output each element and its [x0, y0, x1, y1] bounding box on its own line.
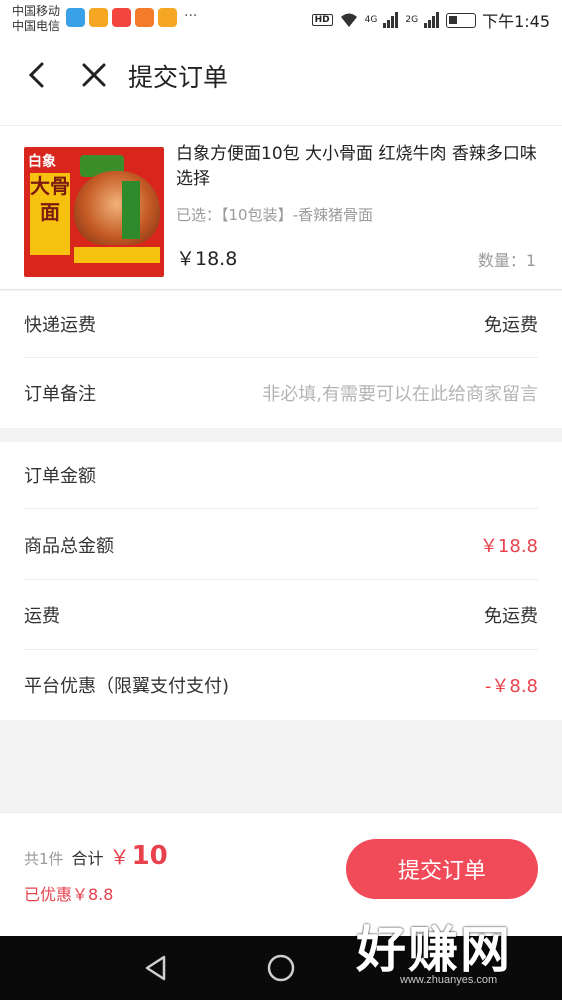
wifi-icon [340, 13, 357, 27]
app-notification-icon [89, 8, 108, 27]
system-nav-bar: 好赚网 www.zhuanyes.com [0, 921, 562, 1000]
carrier-2: 中国电信 [12, 19, 61, 33]
nav-bar: 提交订单 [0, 40, 562, 110]
discount-label: 平台优惠（限翼支付支付) [24, 675, 230, 697]
package-title: 大骨面 [30, 173, 70, 255]
notification-icons [66, 8, 177, 27]
goods-total-label: 商品总金额 [24, 535, 114, 557]
freight-label: 运费 [24, 606, 60, 627]
currency-symbol: ￥ [109, 845, 130, 869]
total-line: 共1件 合计 ￥ 10 [24, 841, 168, 871]
system-home-icon[interactable] [265, 952, 297, 984]
package-banner [74, 247, 160, 263]
goods-total-row: 商品总金额 ￥18.8 [24, 510, 538, 580]
remark-label: 订单备注 [24, 383, 96, 405]
product-quantity: 数量：1 [477, 251, 536, 270]
status-indicators: HD 4G 2G 下午1:45 [311, 8, 550, 32]
battery-icon [446, 12, 477, 28]
network-2g-label: 2G [405, 15, 419, 25]
watermark: 好赚网 www.zhuanyes.com [356, 910, 556, 994]
status-bar: 中国移动 中国电信 ··· HD 4G 2G 下午1:45 [0, 0, 562, 40]
discount-summary: 已优惠￥8.8 [24, 885, 114, 904]
signal-icon [424, 12, 440, 28]
total-amount: 10 [131, 841, 168, 871]
back-button[interactable] [18, 57, 54, 93]
carrier-1: 中国移动 [12, 4, 61, 18]
divider [0, 110, 562, 126]
freight-row: 运费 免运费 [24, 581, 538, 650]
watermark-text: 好赚网 [356, 921, 512, 979]
goods-total-value: ￥18.8 [479, 535, 538, 557]
app-notification-icon [66, 8, 85, 27]
product-card: 白象 大骨面 白象方便面10包 大小骨面 红烧牛肉 香辣多口味选择 已选：【10… [0, 110, 562, 290]
product-name: 白象方便面10包 大小骨面 红烧牛肉 香辣多口味选择 [176, 144, 537, 189]
close-button[interactable] [74, 57, 114, 93]
total-label: 合计 [71, 849, 104, 868]
more-notifications-icon: ··· [184, 8, 198, 24]
shipping-value: 免运费 [484, 315, 538, 336]
shipping-label: 快递运费 [24, 315, 96, 336]
page-title: 提交订单 [128, 63, 229, 92]
item-count: 共1件 [24, 850, 64, 868]
shipping-row: 快递运费 免运费 [24, 291, 538, 358]
close-icon [82, 63, 106, 87]
freight-value: 免运费 [484, 606, 538, 627]
submit-order-button[interactable]: 提交订单 [346, 839, 538, 899]
hd-icon: HD [311, 14, 333, 26]
product-spec: 已选：【10包装】-香辣猪骨面 [176, 206, 374, 224]
amount-header-row: 订单金额 [24, 442, 538, 509]
product-image: 白象 大骨面 [24, 147, 164, 277]
network-4g-label: 4G [364, 15, 378, 25]
app-notification-icon [112, 8, 131, 27]
carrier-info: 中国移动 中国电信 [12, 4, 60, 34]
system-back-icon[interactable] [140, 952, 172, 984]
remark-input[interactable]: 非必填,有需要可以在此给商家留言 [262, 380, 538, 406]
signal-icon [383, 12, 399, 28]
section-title: 订单金额 [24, 466, 96, 487]
app-notification-icon [158, 8, 177, 27]
clock: 下午1:45 [482, 12, 550, 31]
discount-value: -￥8.8 [484, 675, 538, 697]
noodle-bowl-picture [74, 171, 160, 245]
product-price: ￥18.8 [176, 248, 238, 270]
back-arrow-icon [28, 62, 44, 88]
app-notification-icon [135, 8, 154, 27]
watermark-url: www.zhuanyes.com [400, 974, 498, 986]
discount-row: 平台优惠（限翼支付支付) -￥8.8 [24, 650, 538, 719]
delivery-section: 快递运费 免运费 订单备注 非必填,有需要可以在此给商家留言 [0, 291, 562, 428]
order-amount-section: 订单金额 商品总金额 ￥18.8 运费 免运费 平台优惠（限翼支付支付) -￥8… [0, 442, 562, 720]
remark-row: 订单备注 非必填,有需要可以在此给商家留言 [24, 359, 538, 426]
brand-logo: 白象 [28, 154, 56, 170]
flavor-bar [122, 181, 140, 239]
